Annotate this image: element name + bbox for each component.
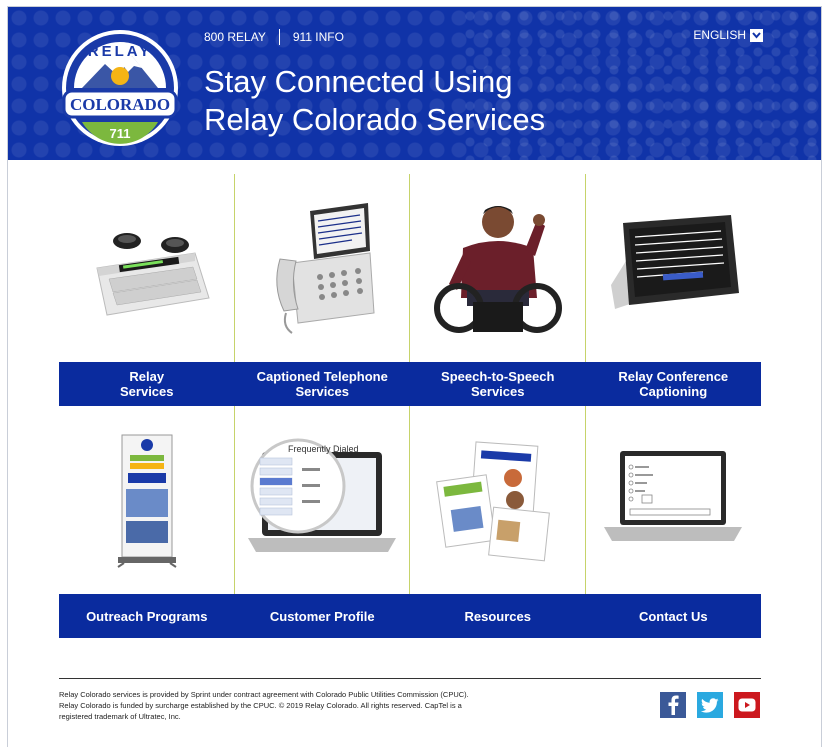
- page-headline: Stay Connected Using Relay Colorado Serv…: [204, 63, 545, 139]
- logo-top-text: RELAY: [88, 43, 152, 60]
- nav-divider: [278, 29, 280, 45]
- footer-divider: [59, 678, 761, 679]
- services-grid: Relay Services Captioned Telephone Servi…: [59, 174, 761, 638]
- tile-captioned-telephone[interactable]: Captioned Telephone Services: [234, 174, 410, 406]
- logo-bottom-text: 711: [110, 126, 131, 141]
- youtube-icon[interactable]: [734, 692, 760, 718]
- tile-speech-to-speech[interactable]: Speech-to-Speech Services: [410, 174, 586, 406]
- laptop-form-icon: [604, 451, 743, 541]
- tile-label: Relay Services: [59, 362, 235, 406]
- headline-line-1: Stay Connected Using: [204, 64, 513, 99]
- person-in-wheelchair-icon: [433, 206, 562, 333]
- brochures-icon: [435, 440, 550, 561]
- tile-resources[interactable]: Resources: [410, 406, 586, 638]
- teletypewriter-icon: [96, 233, 210, 316]
- relay-colorado-logo[interactable]: RELAY COLORADO 711: [60, 26, 180, 154]
- tile-customer-profile[interactable]: Frequently Dialed Customer Profile: [234, 406, 410, 638]
- tile-label: Relay Conference Captioning: [585, 362, 761, 406]
- tile-label: Resources: [410, 594, 586, 638]
- tile-label: Customer Profile: [234, 594, 410, 638]
- language-selector[interactable]: ENGLISH: [693, 28, 763, 42]
- laptop-magnifier-icon: Frequently Dialed: [248, 438, 397, 552]
- chevron-down-icon: [750, 28, 763, 42]
- banner-stand-icon: [117, 434, 177, 568]
- 911-info-link[interactable]: 911 INFO: [293, 30, 344, 44]
- logo-middle-text: COLORADO: [70, 95, 170, 114]
- twitter-icon[interactable]: [697, 692, 723, 718]
- facebook-icon[interactable]: [660, 692, 686, 718]
- tile-label: Speech-to-Speech Services: [410, 362, 586, 406]
- headline-line-2: Relay Colorado Services: [204, 102, 546, 137]
- language-label: ENGLISH: [693, 28, 746, 42]
- 800-relay-link[interactable]: 800 RELAY: [204, 30, 266, 44]
- svg-text:Frequently Dialed: Frequently Dialed: [288, 444, 359, 454]
- tablet-captioning-icon: [611, 215, 740, 309]
- tile-contact-us[interactable]: Contact Us: [585, 406, 761, 638]
- site-header: RELAY COLORADO 711 800 RELAY 911 INFO EN…: [8, 7, 821, 160]
- tile-label: Captioned Telephone Services: [234, 362, 410, 406]
- footer-legal-text: Relay Colorado services is provided by S…: [59, 690, 469, 721]
- tile-relay-conference-captioning[interactable]: Relay Conference Captioning: [585, 174, 761, 406]
- tile-label: Contact Us: [585, 594, 761, 638]
- captioned-phone-icon: [276, 202, 375, 334]
- top-nav: 800 RELAY 911 INFO: [204, 29, 344, 45]
- tile-label: Outreach Programs: [59, 594, 235, 638]
- tile-relay-services[interactable]: Relay Services: [59, 174, 235, 406]
- tile-outreach-programs[interactable]: Outreach Programs: [59, 406, 235, 638]
